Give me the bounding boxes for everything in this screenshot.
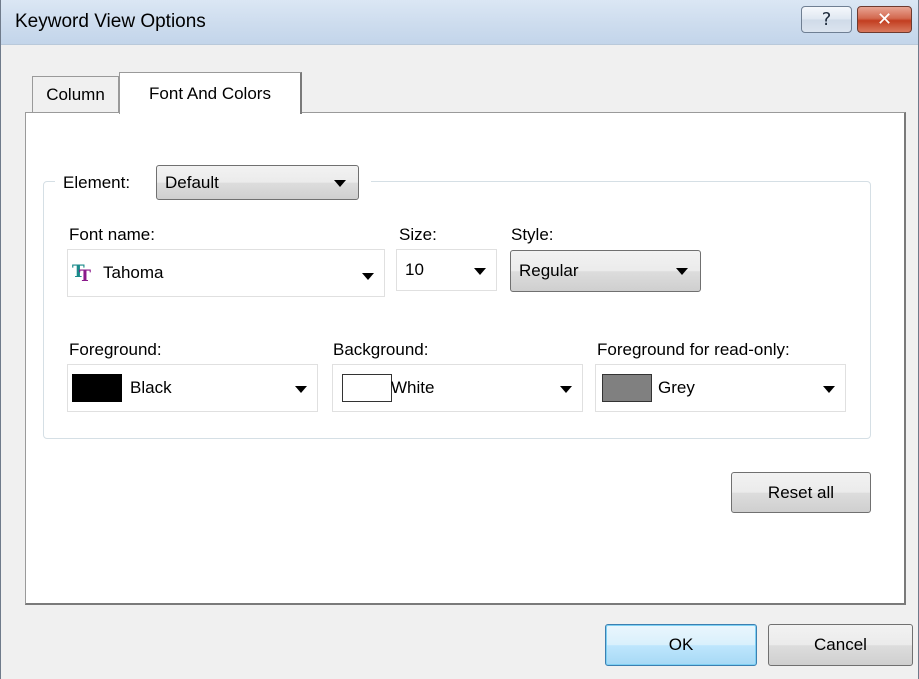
element-select-value: Default bbox=[165, 172, 219, 192]
style-label: Style: bbox=[511, 225, 554, 244]
background-label: Background: bbox=[333, 340, 429, 359]
chevron-down-icon bbox=[295, 386, 307, 393]
readonly-foreground-value: Grey bbox=[658, 378, 695, 397]
color-swatch-grey bbox=[602, 374, 652, 402]
close-button[interactable]: ✕ bbox=[857, 6, 912, 33]
size-label: Size: bbox=[399, 225, 437, 244]
foreground-label: Foreground: bbox=[69, 340, 162, 359]
font-name-select[interactable]: T T Tahoma bbox=[67, 249, 385, 297]
element-label: Element: bbox=[63, 173, 131, 192]
style-value: Regular bbox=[519, 261, 579, 280]
cancel-label: Cancel bbox=[814, 635, 867, 654]
chevron-down-icon bbox=[560, 386, 572, 393]
window-title: Keyword View Options bbox=[15, 11, 206, 32]
chevron-down-icon bbox=[334, 180, 346, 187]
tab-font-and-colors-label: Font And Colors bbox=[149, 83, 271, 103]
readonly-foreground-select[interactable]: Grey bbox=[595, 364, 846, 412]
help-icon: ? bbox=[821, 9, 832, 30]
chevron-down-icon bbox=[823, 386, 835, 393]
size-value: 10 bbox=[405, 260, 424, 279]
ok-label: OK bbox=[668, 635, 694, 654]
background-value: White bbox=[391, 378, 435, 397]
font-name-value: Tahoma bbox=[103, 263, 164, 282]
help-button[interactable]: ? bbox=[801, 6, 852, 33]
size-select[interactable]: 10 bbox=[396, 249, 497, 291]
foreground-select[interactable]: Black bbox=[67, 364, 318, 412]
close-icon: ✕ bbox=[876, 9, 893, 30]
chevron-down-icon bbox=[362, 273, 374, 280]
dialog-window: Keyword View Options ? ✕ Column Font And… bbox=[0, 0, 919, 679]
chevron-down-icon bbox=[676, 268, 688, 275]
color-swatch-white bbox=[342, 374, 392, 402]
tab-column-label: Column bbox=[46, 84, 105, 104]
background-select[interactable]: White bbox=[332, 364, 583, 412]
color-swatch-black bbox=[72, 374, 122, 402]
readonly-foreground-label: Foreground for read-only: bbox=[597, 340, 790, 359]
style-select[interactable]: Regular bbox=[510, 250, 701, 292]
chevron-down-icon bbox=[474, 268, 486, 275]
font-name-label: Font name: bbox=[69, 225, 155, 244]
cancel-button[interactable]: Cancel bbox=[768, 624, 913, 666]
tab-font-and-colors[interactable]: Font And Colors bbox=[119, 72, 302, 114]
ok-button[interactable]: OK bbox=[605, 624, 757, 666]
foreground-value: Black bbox=[130, 378, 172, 397]
title-bar: Keyword View Options ? ✕ bbox=[1, 0, 918, 45]
reset-all-label: Reset all bbox=[767, 482, 835, 502]
tab-column[interactable]: Column bbox=[32, 76, 119, 112]
element-select[interactable]: Default bbox=[156, 165, 359, 200]
reset-all-button[interactable]: Reset all bbox=[731, 472, 871, 513]
truetype-font-icon: T T bbox=[72, 262, 91, 285]
